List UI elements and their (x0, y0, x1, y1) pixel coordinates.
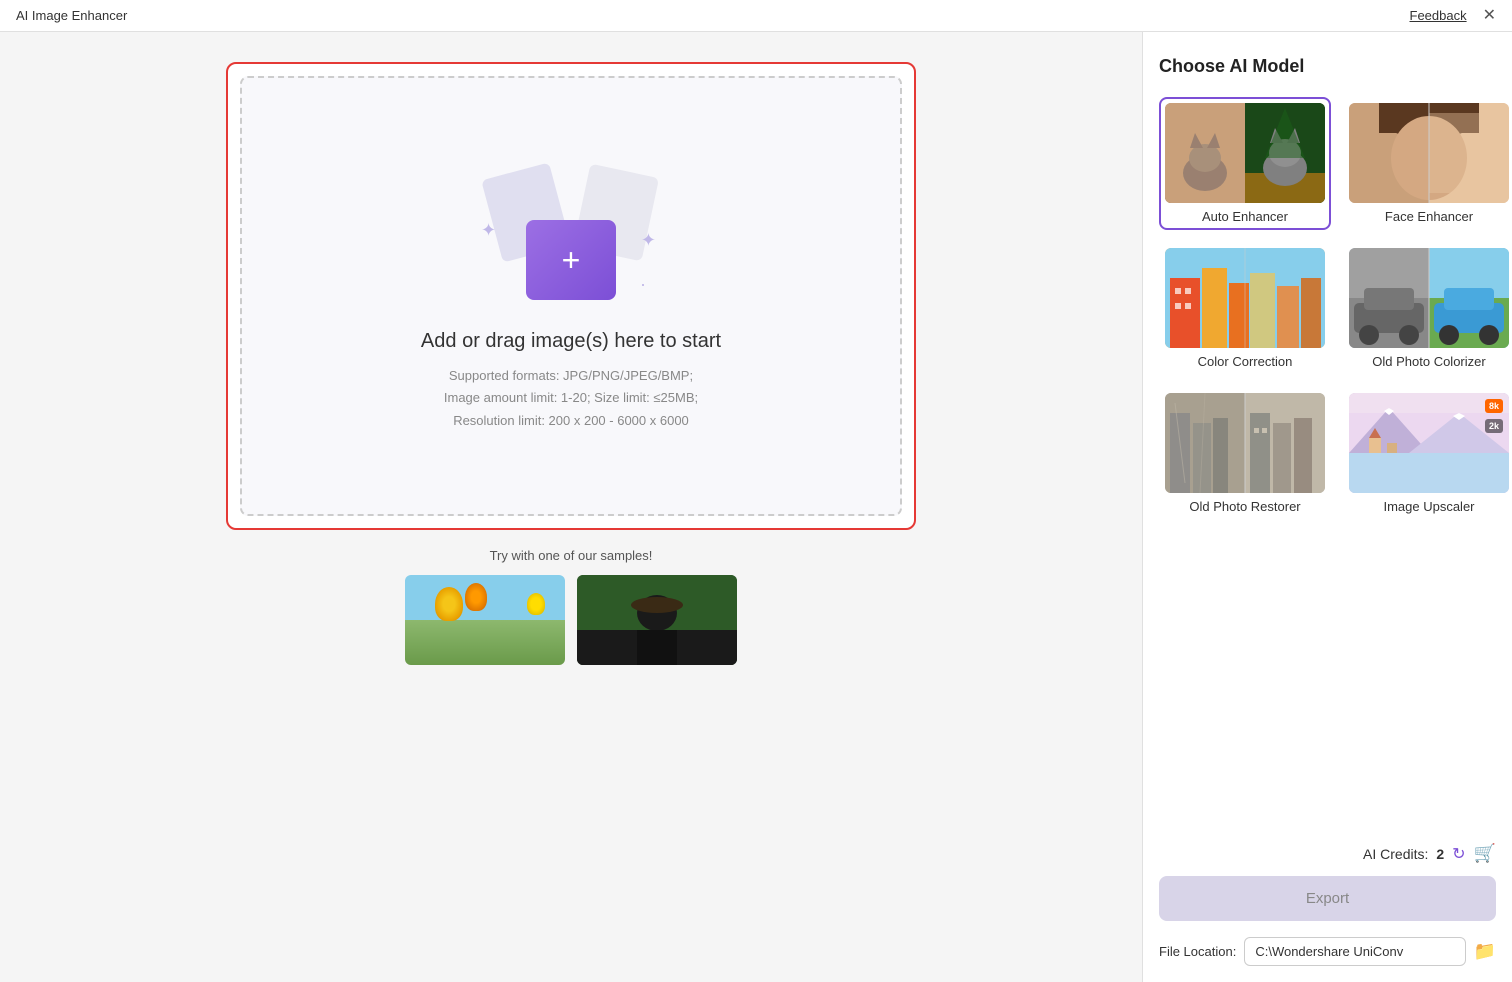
folder-open-icon[interactable]: 📁 (1474, 941, 1496, 962)
restorer-svg (1165, 393, 1325, 493)
model-label-colorizer: Old Photo Colorizer (1372, 354, 1485, 369)
dropzone-wrapper[interactable]: + ✦ ✦ · Add or drag image(s) here to sta… (226, 62, 916, 530)
samples-section: Try with one of our samples! (405, 548, 737, 665)
credits-label: AI Credits: (1363, 846, 1428, 862)
model-grid: Auto Enhancer (1159, 97, 1496, 520)
sparkle-icon-tr: ✦ (641, 230, 656, 251)
file-location-row: File Location: C:\Wondershare UniConv 📁 (1159, 937, 1496, 966)
content-area: + ✦ ✦ · Add or drag image(s) here to sta… (0, 32, 1142, 982)
sample-thumb-woman[interactable] (577, 575, 737, 665)
close-button[interactable]: ✕ (1483, 8, 1496, 24)
samples-label: Try with one of our samples! (490, 548, 653, 563)
model-label-color: Color Correction (1198, 354, 1293, 369)
export-button[interactable]: Export (1159, 876, 1496, 921)
samples-row (405, 575, 737, 665)
model-thumb-face (1349, 103, 1509, 203)
panel-title: Choose AI Model (1159, 56, 1496, 77)
model-label-face: Face Enhancer (1385, 209, 1473, 224)
model-card-auto[interactable]: Auto Enhancer (1159, 97, 1331, 230)
sample-thumb-balloons[interactable] (405, 575, 565, 665)
dropzone-icon-area: + ✦ ✦ · (491, 170, 651, 300)
balloon1 (435, 587, 463, 621)
model-thumb-colorizer (1349, 248, 1509, 348)
folder-plus-icon: + (562, 244, 581, 276)
model-card-color[interactable]: Color Correction (1159, 242, 1331, 375)
dropzone-subtitle-line1: Supported formats: JPG/PNG/JPEG/BMP; (449, 368, 693, 383)
dropzone-subtitle-line3: Resolution limit: 200 x 200 - 6000 x 600… (453, 413, 689, 428)
color-correction-svg (1165, 248, 1325, 348)
titlebar: AI Image Enhancer Feedback ✕ (0, 0, 1512, 32)
panel-spacer (1159, 540, 1496, 843)
model-label-upscaler: Image Upscaler (1383, 499, 1474, 514)
titlebar-actions: Feedback ✕ (1410, 8, 1497, 24)
face-svg (1349, 103, 1509, 203)
auto-left-svg (1165, 103, 1245, 203)
model-card-restorer[interactable]: Old Photo Restorer (1159, 387, 1331, 520)
cart-icon[interactable]: 🛒 (1474, 843, 1496, 864)
model-label-auto: Auto Enhancer (1202, 209, 1288, 224)
model-thumb-upscaler: 8k 2k (1349, 393, 1509, 493)
balloon3 (527, 593, 545, 615)
colorizer-svg (1349, 248, 1509, 348)
woman-silhouette-svg (577, 575, 737, 665)
auto-right-svg (1245, 103, 1325, 203)
dropzone-inner[interactable]: + ✦ ✦ · Add or drag image(s) here to sta… (240, 76, 902, 516)
badge-8k: 8k (1485, 399, 1503, 413)
model-thumb-restorer (1165, 393, 1325, 493)
model-label-restorer: Old Photo Restorer (1189, 499, 1300, 514)
model-card-face[interactable]: Face Enhancer (1343, 97, 1512, 230)
refresh-icon[interactable]: ↻ (1452, 844, 1465, 864)
model-card-colorizer[interactable]: Old Photo Colorizer (1343, 242, 1512, 375)
model-thumb-color (1165, 248, 1325, 348)
dropzone-subtitle: Supported formats: JPG/PNG/JPEG/BMP; Ima… (444, 365, 698, 431)
balloon2 (465, 583, 487, 611)
folder-icon: + (526, 220, 616, 300)
feedback-link[interactable]: Feedback (1410, 8, 1467, 23)
app-title: AI Image Enhancer (16, 8, 127, 23)
model-thumb-auto (1165, 103, 1325, 203)
sparkle-icon-tl: ✦ (481, 220, 496, 241)
main-layout: + ✦ ✦ · Add or drag image(s) here to sta… (0, 32, 1512, 982)
auto-left (1165, 103, 1245, 203)
credits-row: AI Credits: 2 ↻ 🛒 (1159, 843, 1496, 864)
dropzone-subtitle-line2: Image amount limit: 1-20; Size limit: ≤2… (444, 390, 698, 405)
file-location-label: File Location: (1159, 944, 1236, 959)
auto-right (1245, 103, 1325, 203)
model-card-upscaler[interactable]: 8k 2k Image Upscaler (1343, 387, 1512, 520)
right-panel: Choose AI Model (1142, 32, 1512, 982)
credits-count: 2 (1436, 846, 1444, 862)
dropzone-title: Add or drag image(s) here to start (421, 330, 721, 353)
sparkle-icon-br: · (640, 274, 646, 295)
file-location-select[interactable]: C:\Wondershare UniConv (1244, 937, 1465, 966)
badge-2k: 2k (1485, 419, 1503, 433)
